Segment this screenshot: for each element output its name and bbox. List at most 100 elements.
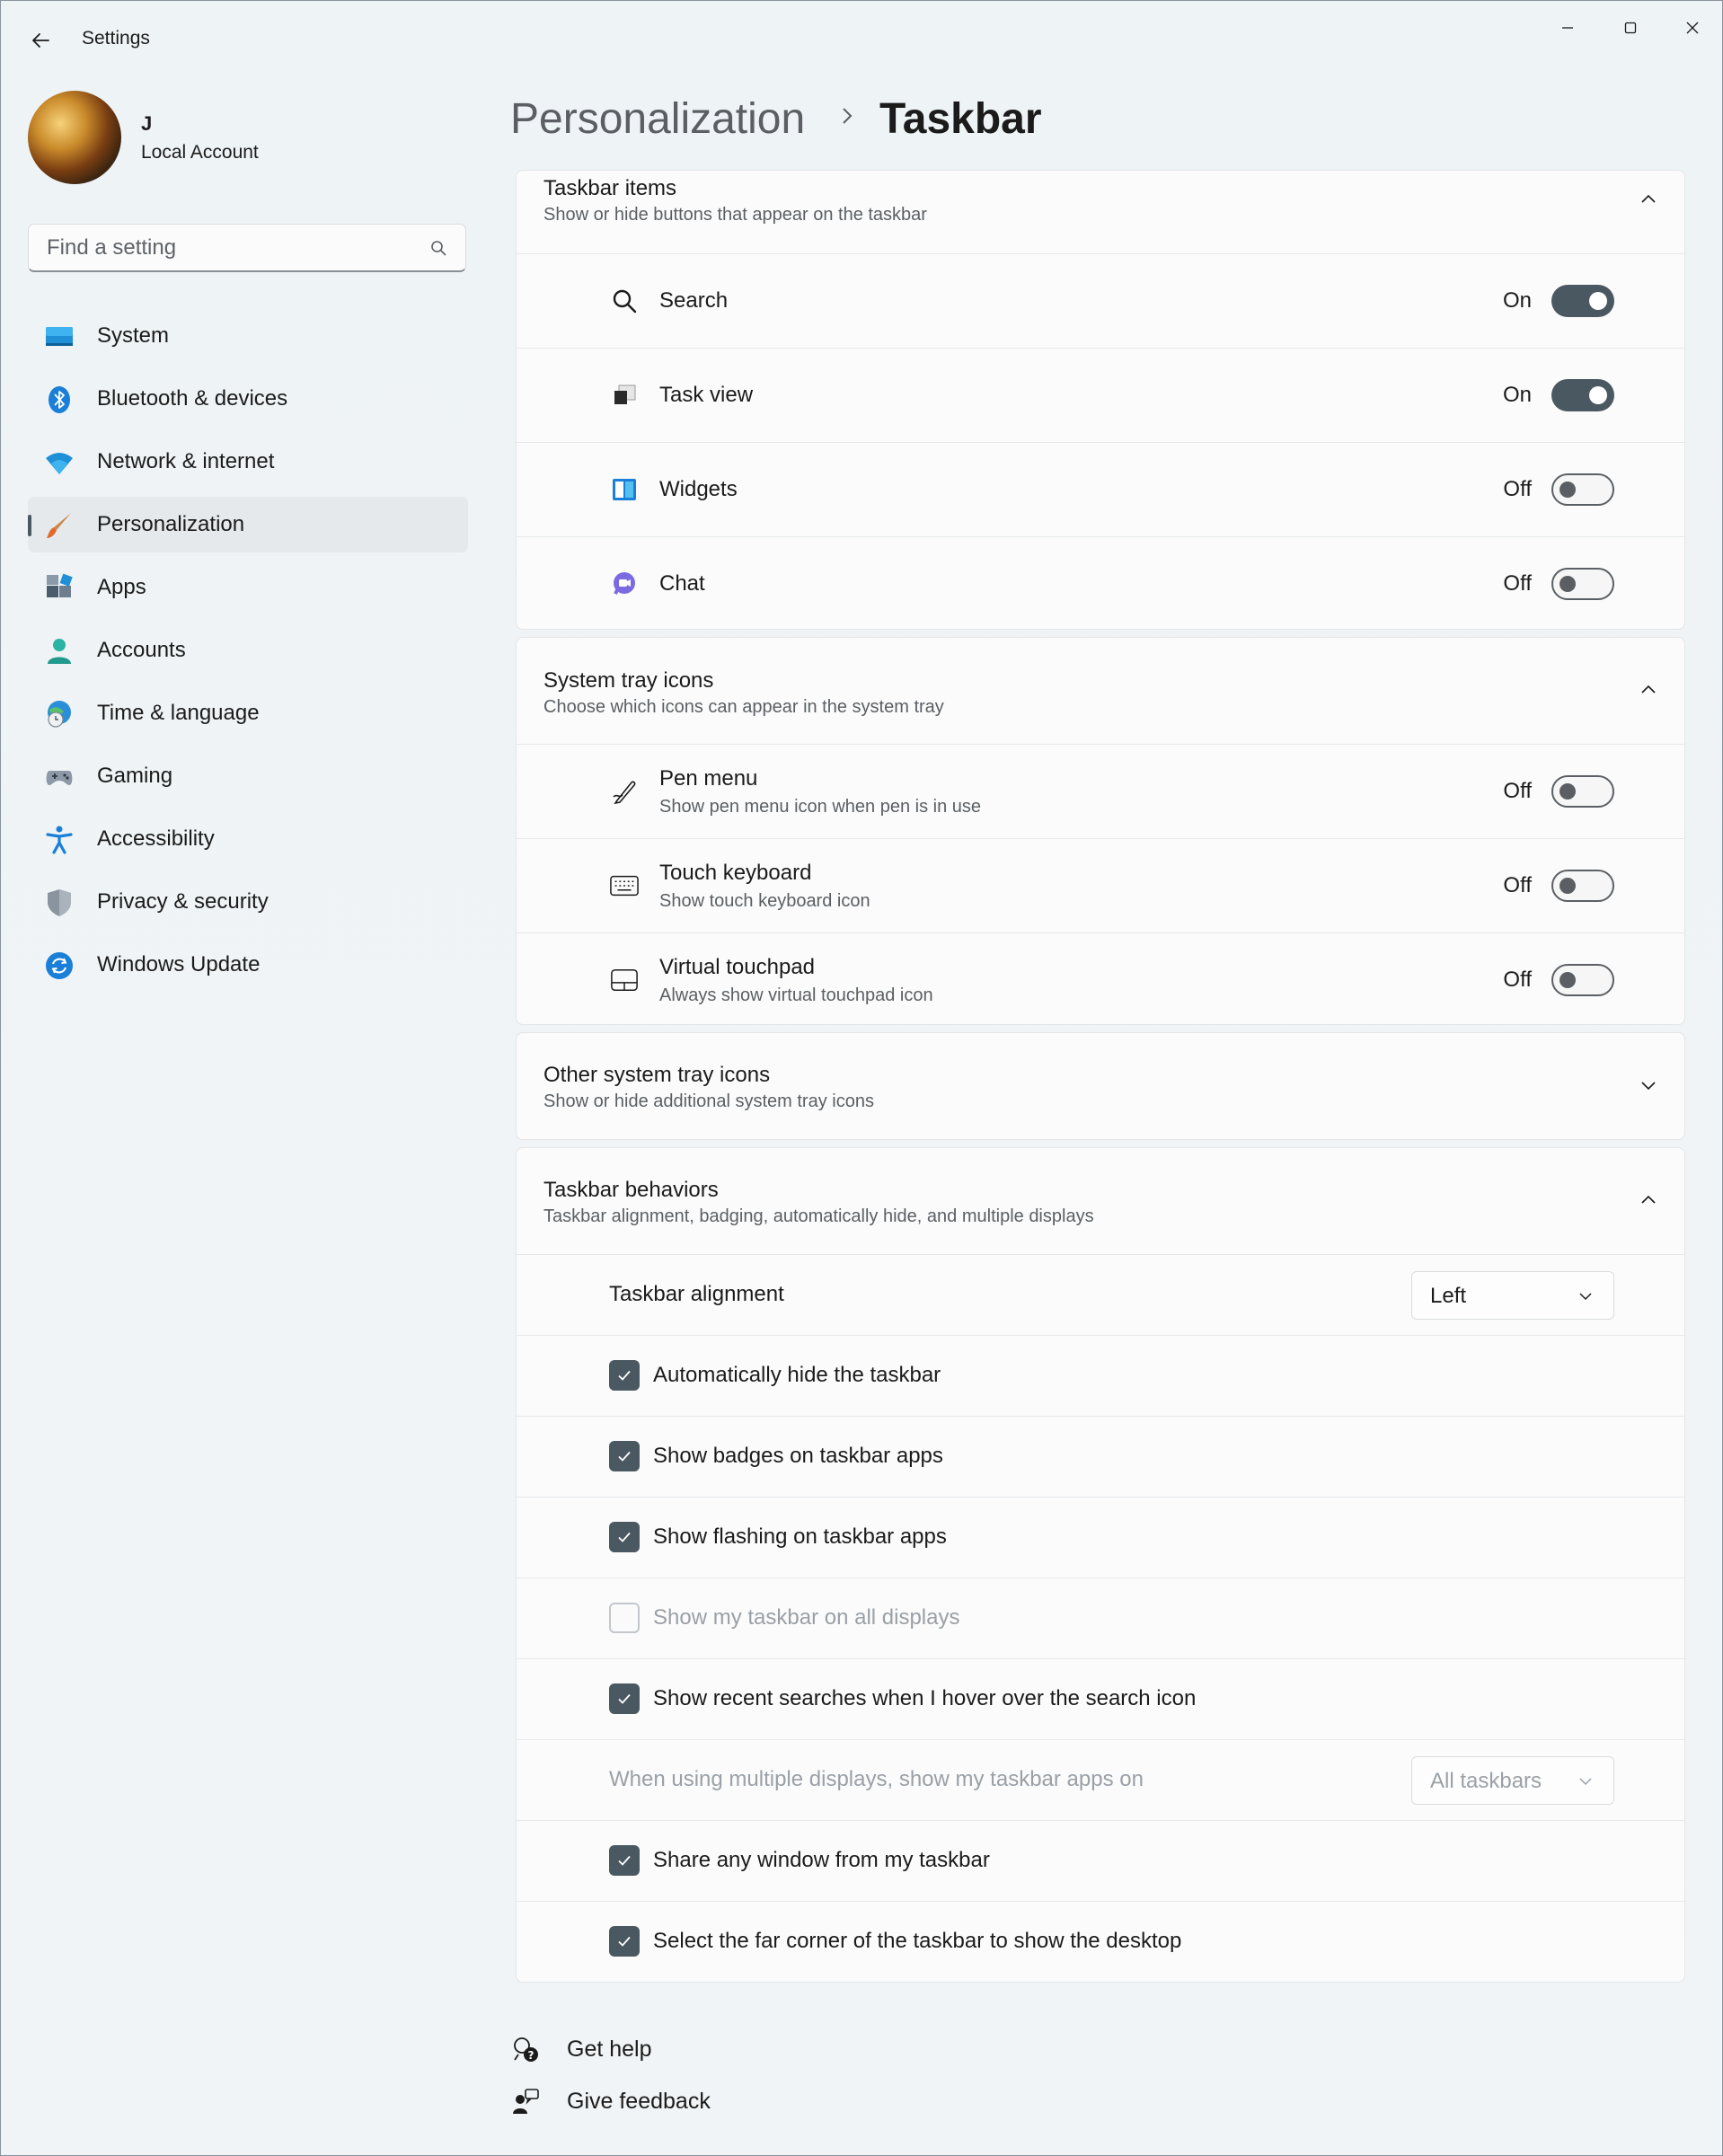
checkbox-label: Show flashing on taskbar apps (653, 1524, 947, 1549)
page-title: Taskbar (879, 95, 1042, 143)
app-title: Settings (82, 28, 150, 49)
checkbox-label: Select the far corner of the taskbar to … (653, 1929, 1182, 1953)
search-icon[interactable] (429, 239, 447, 257)
svg-text:?: ? (528, 2049, 535, 2062)
tray-item-pen-menu: Pen menu Show pen menu icon when pen is … (517, 745, 1684, 839)
taskbar-item-widgets: Widgets Off (517, 443, 1684, 537)
row-label: Chat (659, 571, 705, 596)
sidebar-item-accessibility[interactable]: Accessibility (28, 811, 468, 867)
dropdown-value: Left (1430, 1284, 1467, 1308)
share-window-checkbox[interactable] (609, 1845, 640, 1876)
chevron-up-icon[interactable] (1639, 190, 1657, 208)
touchpad-icon (610, 966, 639, 994)
avatar[interactable] (28, 91, 121, 184)
checkbox-label: Show recent searches when I hover over t… (653, 1686, 1197, 1710)
toggle-state-label: Off (1503, 873, 1532, 897)
chevron-up-icon[interactable] (1639, 1191, 1657, 1209)
toggle-state-label: Off (1503, 968, 1532, 992)
sidebar-item-apps[interactable]: Apps (28, 560, 468, 615)
sidebar-item-label: Privacy & security (97, 889, 269, 914)
profile-name: J (141, 112, 153, 135)
pen-menu-toggle[interactable] (1551, 775, 1614, 808)
multi-display-label: When using multiple displays, show my ta… (609, 1767, 1144, 1791)
sidebar-item-network[interactable]: Network & internet (28, 434, 468, 490)
row-label: Widgets (659, 477, 738, 501)
checkbox-label: Automatically hide the taskbar (653, 1363, 941, 1387)
sidebar-item-label: Apps (97, 575, 146, 599)
badges-checkbox[interactable] (609, 1441, 640, 1471)
search-toggle[interactable] (1551, 285, 1614, 317)
taskbar-item-search: Search On (517, 254, 1684, 349)
back-button[interactable] (22, 22, 58, 58)
sidebar-item-label: Accessibility (97, 826, 215, 851)
person-icon (44, 636, 75, 667)
give-feedback-link[interactable]: Give feedback (510, 2083, 711, 2119)
sidebar-item-label: Bluetooth & devices (97, 386, 288, 411)
taskbar-behaviors-header[interactable]: Taskbar behaviors Taskbar alignment, bad… (517, 1148, 1684, 1255)
chevron-down-icon (1579, 1778, 1592, 1786)
multi-display-dropdown[interactable]: All taskbars (1411, 1756, 1614, 1805)
chevron-up-icon[interactable] (1639, 681, 1657, 699)
globe-clock-icon (44, 699, 75, 729)
sidebar-item-time-language[interactable]: Time & language (28, 685, 468, 741)
toggle-state-label: On (1502, 383, 1532, 407)
sidebar-item-gaming[interactable]: Gaming (28, 748, 468, 804)
sidebar-item-system[interactable]: System (28, 308, 468, 364)
section-subtitle: Show or hide buttons that appear on the … (543, 205, 927, 225)
virtual-touchpad-toggle[interactable] (1551, 964, 1614, 996)
checkbox-label: Show my taskbar on all displays (653, 1605, 960, 1630)
sidebar-item-windows-update[interactable]: Windows Update (28, 937, 468, 993)
close-icon (1686, 22, 1699, 34)
sidebar-item-label: System (97, 323, 170, 348)
help-icon: ? (510, 2034, 541, 2064)
auto-hide-checkbox[interactable] (609, 1360, 640, 1391)
checkmark-icon (618, 1693, 631, 1704)
checkbox-label: Share any window from my taskbar (653, 1848, 990, 1872)
multi-display-row: When using multiple displays, show my ta… (517, 1740, 1684, 1821)
auto-hide-row: Automatically hide the taskbar (517, 1336, 1684, 1417)
taskbar-alignment-dropdown[interactable]: Left (1411, 1271, 1614, 1320)
flashing-checkbox[interactable] (609, 1522, 640, 1552)
taskbar-behaviors-card: Taskbar behaviors Taskbar alignment, bad… (516, 1147, 1685, 1983)
title-bar: Settings (1, 1, 1722, 80)
minimize-button[interactable] (1537, 6, 1598, 49)
sidebar-item-bluetooth[interactable]: Bluetooth & devices (28, 371, 468, 427)
profile-account-type: Local Account (141, 142, 259, 163)
checkmark-icon (618, 1855, 631, 1866)
far-corner-checkbox[interactable] (609, 1926, 640, 1957)
apps-icon (44, 573, 75, 604)
search-box[interactable] (28, 224, 466, 272)
dropdown-value: All taskbars (1430, 1769, 1542, 1793)
give-feedback-label: Give feedback (567, 2088, 711, 2114)
taskbar-items-card: Taskbar items Show or hide buttons that … (516, 170, 1685, 630)
widgets-icon (610, 475, 639, 504)
sidebar-item-personalization[interactable]: Personalization (28, 497, 468, 552)
sidebar-item-accounts[interactable]: Accounts (28, 623, 468, 678)
chat-icon (610, 570, 639, 598)
close-button[interactable] (1662, 6, 1723, 49)
chat-toggle[interactable] (1551, 568, 1614, 600)
chevron-down-icon[interactable] (1639, 1076, 1657, 1094)
section-title: Taskbar items (543, 176, 677, 200)
maximize-icon (1624, 22, 1637, 34)
flashing-row: Show flashing on taskbar apps (517, 1498, 1684, 1578)
accessibility-icon (44, 825, 75, 855)
breadcrumb-parent[interactable]: Personalization (510, 94, 805, 144)
section-title: Other system tray icons (543, 1063, 771, 1087)
checkmark-icon (618, 1532, 631, 1542)
other-tray-card[interactable]: Other system tray icons Show or hide add… (516, 1032, 1685, 1140)
recent-searches-checkbox[interactable] (609, 1683, 640, 1714)
get-help-link[interactable]: ? Get help (510, 2031, 652, 2067)
search-input[interactable] (45, 234, 426, 262)
taskbar-items-header[interactable]: Taskbar items Show or hide buttons that … (517, 171, 1684, 254)
widgets-toggle[interactable] (1551, 473, 1614, 506)
all-displays-checkbox[interactable] (609, 1603, 640, 1633)
task-view-toggle[interactable] (1551, 379, 1614, 411)
maximize-button[interactable] (1600, 6, 1661, 49)
other-tray-header[interactable]: Other system tray icons Show or hide add… (517, 1033, 1684, 1139)
touch-keyboard-toggle[interactable] (1551, 870, 1614, 902)
system-icon (44, 322, 75, 352)
sidebar-item-privacy-security[interactable]: Privacy & security (28, 874, 468, 930)
system-tray-header[interactable]: System tray icons Choose which icons can… (517, 638, 1684, 745)
minimize-icon (1562, 27, 1573, 29)
